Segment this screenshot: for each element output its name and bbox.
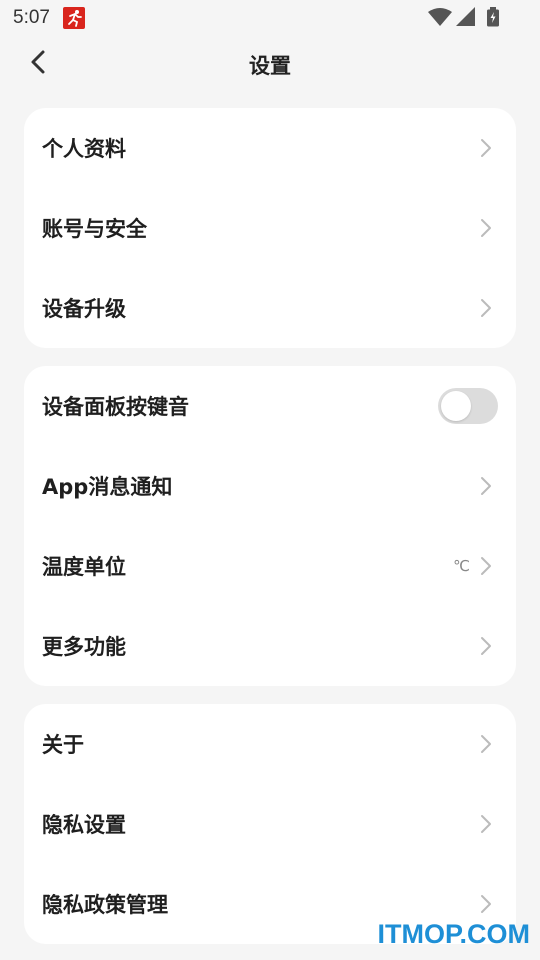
row-label: 隐私政策管理 (42, 893, 168, 917)
row-panel-key-sound: 设备面板按键音 (24, 366, 516, 446)
chevron-right-icon (480, 556, 492, 576)
watermark: ITMOP.COM (377, 919, 530, 949)
row-device-upgrade[interactable]: 设备升级 (24, 268, 516, 348)
row-account-security[interactable]: 账号与安全 (24, 188, 516, 268)
status-time: 5:07 (13, 7, 50, 28)
chevron-right-icon (480, 636, 492, 656)
settings-group-about: 关于 隐私设置 隐私政策管理 (24, 704, 516, 944)
page-title: 设置 (249, 54, 291, 78)
header: 设置 (0, 36, 540, 92)
row-privacy-settings[interactable]: 隐私设置 (24, 784, 516, 864)
running-man-icon (63, 7, 85, 29)
row-about[interactable]: 关于 (24, 704, 516, 784)
key-sound-toggle[interactable] (438, 388, 498, 424)
row-label: 设备升级 (42, 297, 126, 321)
row-label: 个人资料 (42, 137, 126, 161)
status-bar: 5:07 (0, 0, 540, 36)
chevron-right-icon (480, 734, 492, 754)
row-more-features[interactable]: 更多功能 (24, 606, 516, 686)
chevron-right-icon (480, 894, 492, 914)
row-label: 设备面板按键音 (42, 395, 189, 419)
chevron-right-icon (480, 138, 492, 158)
row-label: 账号与安全 (42, 217, 147, 241)
row-label: 关于 (42, 733, 84, 757)
row-profile[interactable]: 个人资料 (24, 108, 516, 188)
row-app-notifications[interactable]: App消息通知 (24, 446, 516, 526)
row-label: 隐私设置 (42, 813, 126, 837)
settings-group-device: 设备面板按键音 App消息通知 温度单位 ℃ 更多功能 (24, 366, 516, 686)
temperature-unit-value: ℃ (453, 557, 470, 575)
chevron-right-icon (480, 476, 492, 496)
settings-group-account: 个人资料 账号与安全 设备升级 (24, 108, 516, 348)
row-temperature-unit[interactable]: 温度单位 ℃ (24, 526, 516, 606)
row-label: 温度单位 (42, 555, 126, 579)
chevron-right-icon (480, 218, 492, 238)
row-label: App消息通知 (42, 475, 173, 499)
chevron-right-icon (480, 298, 492, 318)
chevron-right-icon (480, 814, 492, 834)
toggle-knob (441, 391, 471, 421)
row-label: 更多功能 (42, 635, 126, 659)
